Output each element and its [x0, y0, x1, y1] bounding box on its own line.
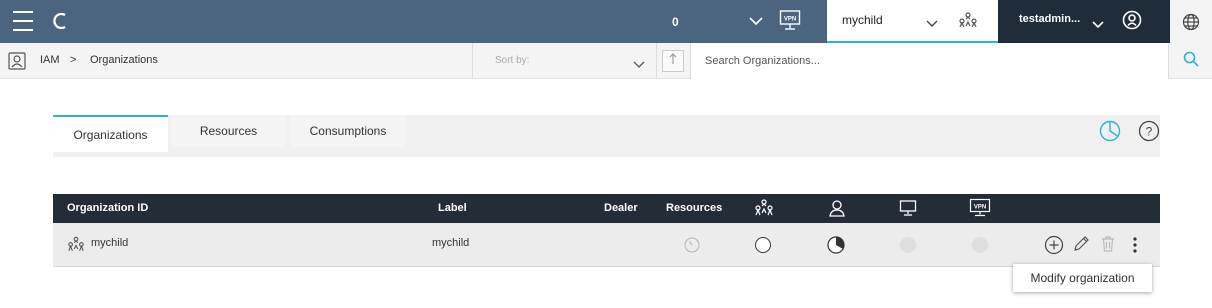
- vpn-usage-indicator: [972, 237, 988, 253]
- chevron-down-icon[interactable]: [748, 13, 764, 29]
- app-logo-icon[interactable]: [52, 12, 68, 30]
- column-devices-icon[interactable]: [899, 199, 917, 220]
- chevron-down-icon[interactable]: [633, 56, 645, 74]
- search-input[interactable]: [705, 52, 1145, 70]
- vpn-icon-text: VPN: [784, 17, 796, 23]
- user-profile-icon[interactable]: [1122, 10, 1142, 35]
- sort-direction-button[interactable]: [662, 50, 684, 72]
- column-resources[interactable]: Resources: [666, 202, 722, 214]
- cell-label: mychild: [432, 237, 470, 249]
- column-users-icon[interactable]: [828, 199, 846, 220]
- language-globe-icon[interactable]: [1170, 0, 1212, 43]
- top-bar: 0 VPN mychild testadmin...: [0, 0, 1212, 43]
- resources-gauge-icon[interactable]: [684, 237, 700, 256]
- tab-consumptions[interactable]: Consumptions: [290, 115, 406, 147]
- table-row[interactable]: mychild mychild: [53, 223, 1160, 267]
- user-name: testadmin...: [1019, 13, 1081, 25]
- sort-label: Sort by:: [495, 55, 530, 66]
- user-menu[interactable]: testadmin...: [998, 0, 1170, 43]
- chevron-down-icon[interactable]: [926, 15, 938, 33]
- organization-selector[interactable]: mychild: [827, 0, 998, 43]
- breadcrumb-current: Organizations: [90, 54, 158, 66]
- devices-usage-indicator: [900, 237, 916, 253]
- breadcrumb-separator: >: [70, 54, 77, 66]
- column-label[interactable]: Label: [438, 202, 467, 214]
- search-button[interactable]: [1170, 43, 1212, 79]
- column-dealer[interactable]: Dealer: [604, 202, 638, 214]
- sort-dropdown[interactable]: Sort by:: [472, 43, 657, 78]
- vpn-monitor-icon[interactable]: VPN: [779, 9, 801, 33]
- breadcrumb-root[interactable]: IAM: [40, 54, 60, 66]
- tab-organizations[interactable]: Organizations: [53, 115, 168, 152]
- alert-count[interactable]: 0: [672, 0, 679, 43]
- column-organizations-icon[interactable]: [754, 199, 774, 220]
- cell-organization-id[interactable]: mychild: [91, 237, 128, 249]
- table-header: Organization ID Label Dealer Resources V…: [53, 194, 1160, 223]
- search-box[interactable]: [690, 43, 1169, 79]
- current-organization: mychild: [842, 13, 883, 27]
- tab-resources[interactable]: Resources: [171, 115, 286, 147]
- tab-strip: Organizations Resources Consumptions: [53, 115, 1160, 157]
- organization-tree-icon: [67, 236, 85, 256]
- more-options-icon[interactable]: [1132, 236, 1138, 257]
- edit-pencil-icon[interactable]: [1072, 235, 1090, 256]
- column-organization-id[interactable]: Organization ID: [67, 202, 148, 214]
- iam-user-icon[interactable]: [8, 52, 26, 75]
- chevron-down-icon[interactable]: [1092, 16, 1104, 34]
- organization-tree-icon[interactable]: [958, 11, 978, 36]
- users-usage-pie-icon[interactable]: [827, 236, 845, 257]
- arrow-up-icon: [669, 52, 677, 70]
- column-vpn-icon[interactable]: VPN: [969, 198, 991, 221]
- chart-view-icon[interactable]: [1099, 120, 1121, 147]
- delete-trash-icon: [1100, 235, 1116, 256]
- search-icon: [1183, 51, 1199, 72]
- help-icon[interactable]: ?: [1138, 120, 1160, 147]
- organizations-usage-indicator[interactable]: [755, 237, 771, 253]
- svg-text:?: ?: [1146, 125, 1153, 139]
- vpn-icon-text: VPN: [974, 205, 986, 211]
- toolbar: IAM > Organizations Sort by:: [0, 43, 1212, 79]
- menu-icon[interactable]: [12, 11, 34, 31]
- modify-organization-tooltip: Modify organization: [1013, 264, 1152, 292]
- organizations-table: Organization ID Label Dealer Resources V…: [53, 194, 1160, 267]
- add-icon[interactable]: [1044, 235, 1064, 258]
